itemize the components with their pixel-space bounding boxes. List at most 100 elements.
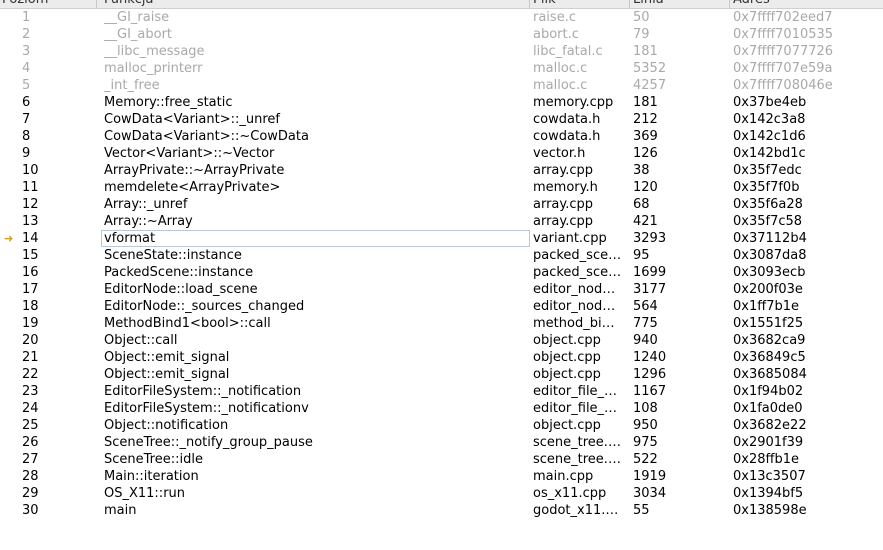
- stack-frame-row[interactable]: 18 EditorNode::_sources_changed editor_nod…: [0, 298, 883, 315]
- frame-file: array.cpp: [533, 163, 594, 178]
- frame-level: 30: [22, 503, 39, 518]
- column-divider[interactable]: [96, 0, 97, 8]
- frame-address: 0x1394bf5: [733, 486, 804, 501]
- frame-address: 0x35f7edc: [733, 163, 802, 178]
- frame-level: 18: [22, 299, 39, 314]
- header-file[interactable]: Plik: [533, 0, 556, 8]
- stack-frame-row[interactable]: 21 Object::emit_signal object.cpp 1240 0x368…: [0, 349, 883, 366]
- frame-level: 6: [22, 95, 31, 110]
- stack-frame-row[interactable]: 24 EditorFileSystem::_notificationv editor…: [0, 400, 883, 417]
- frame-file: vector.h: [533, 146, 586, 161]
- frame-line: 4257: [633, 78, 667, 93]
- frame-file: malloc.c: [533, 78, 588, 93]
- stack-frame-row[interactable]: 26 SceneTree::_notify_group_pause scene_tr…: [0, 434, 883, 451]
- stack-frame-row[interactable]: 15 SceneState::instance packed_sce… 95 0x308…: [0, 247, 883, 264]
- frame-function: Object::notification: [104, 418, 229, 433]
- frame-function: __GI_raise: [104, 10, 170, 25]
- stack-frame-row[interactable]: 25 Object::notification object.cpp 950 0x368…: [0, 417, 883, 434]
- frame-address: 0x2901f39: [733, 435, 804, 450]
- stack-frame-row[interactable]: 20 Object::call object.cpp 940 0x3682ca9: [0, 332, 883, 349]
- stack-frames-list: 1 __GI_raise raise.c 50 0x7ffff702eed7 2 __GI_…: [0, 9, 883, 519]
- frame-file: method_bi…: [533, 316, 615, 331]
- frame-address: 0x7ffff7010535: [733, 27, 834, 42]
- stack-frame-row[interactable]: 10 ArrayPrivate::~ArrayPrivate array.cpp 38…: [0, 162, 883, 179]
- stack-frame-row[interactable]: ➜ 14 vformat variant.cpp 3293 0x37112b4: [0, 230, 883, 247]
- frame-function: memdelete<ArrayPrivate>: [104, 180, 281, 195]
- stack-frame-row[interactable]: 7 CowData<Variant>::_unref cowdata.h 212 0x1…: [0, 111, 883, 128]
- frame-address: 0x1f94b02: [733, 384, 804, 399]
- stack-frame-row[interactable]: 6 Memory::free_static memory.cpp 181 0x37be4…: [0, 94, 883, 111]
- frame-file: object.cpp: [533, 418, 601, 433]
- frame-address: 0x3682ca9: [733, 333, 806, 348]
- frame-level: 12: [22, 197, 39, 212]
- frame-address: 0x28ffb1e: [733, 452, 799, 467]
- stack-frame-row[interactable]: 27 SceneTree::idle scene_tree.… 522 0x28ffb1…: [0, 451, 883, 468]
- frame-address: 0x3685084: [733, 367, 807, 382]
- header-address[interactable]: Adres: [733, 0, 770, 8]
- frame-function: EditorNode::load_scene: [104, 282, 258, 297]
- frame-level: 8: [22, 129, 31, 144]
- frame-function: Main::iteration: [104, 469, 199, 484]
- header-level[interactable]: Poziom: [2, 0, 48, 8]
- frame-file: abort.c: [533, 27, 579, 42]
- frame-address: 0x35f7c58: [733, 214, 803, 229]
- frame-address: 0x142c1d6: [733, 129, 806, 144]
- stack-frame-row[interactable]: 2 __GI_abort abort.c 79 0x7ffff7010535: [0, 26, 883, 43]
- frame-level: 25: [22, 418, 39, 433]
- frame-function: __libc_message: [104, 44, 205, 59]
- stack-frame-row[interactable]: 30 main godot_x11.… 55 0x138598e: [0, 502, 883, 519]
- frame-line: 3293: [633, 231, 667, 246]
- header-line[interactable]: Linia: [633, 0, 664, 8]
- stack-frame-row[interactable]: 22 Object::emit_signal object.cpp 1296 0x368…: [0, 366, 883, 383]
- frame-file: object.cpp: [533, 367, 601, 382]
- column-divider[interactable]: [629, 0, 630, 8]
- frame-level: 19: [22, 316, 39, 331]
- stack-frame-row[interactable]: 8 CowData<Variant>::~CowData cowdata.h 369 0…: [0, 128, 883, 145]
- stack-frame-row[interactable]: 12 Array::_unref array.cpp 68 0x35f6a28: [0, 196, 883, 213]
- stack-frame-row[interactable]: 29 OS_X11::run os_x11.cpp 3034 0x1394bf5: [0, 485, 883, 502]
- stack-frame-row[interactable]: 19 MethodBind1<bool>::call method_bi… 775 0x…: [0, 315, 883, 332]
- frame-line: 950: [633, 418, 658, 433]
- stack-frame-row[interactable]: 28 Main::iteration main.cpp 1919 0x13c3507: [0, 468, 883, 485]
- frame-address: 0x7ffff707e59a: [733, 61, 833, 76]
- frame-line: 1240: [633, 350, 667, 365]
- column-divider[interactable]: [529, 0, 530, 8]
- stack-frame-row[interactable]: 9 Vector<Variant>::~Vector vector.h 126 0x14…: [0, 145, 883, 162]
- frame-level: 22: [22, 367, 39, 382]
- frame-line: 126: [633, 146, 658, 161]
- frame-level: 5: [22, 78, 31, 93]
- stack-frame-row[interactable]: 17 EditorNode::load_scene editor_nod… 3177 0…: [0, 281, 883, 298]
- frame-line: 940: [633, 333, 658, 348]
- frame-function: EditorNode::_sources_changed: [104, 299, 305, 314]
- stack-frame-row[interactable]: 13 Array::~Array array.cpp 421 0x35f7c58: [0, 213, 883, 230]
- frame-level: 7: [22, 112, 31, 127]
- frame-address: 0x200f03e: [733, 282, 803, 297]
- frame-level: 26: [22, 435, 39, 450]
- stack-frame-row[interactable]: 11 memdelete<ArrayPrivate> memory.h 120 0x35…: [0, 179, 883, 196]
- stack-frame-row[interactable]: 23 EditorFileSystem::_notification editor_…: [0, 383, 883, 400]
- stack-frame-row[interactable]: 1 __GI_raise raise.c 50 0x7ffff702eed7: [0, 9, 883, 26]
- frame-address: 0x36849c5: [733, 350, 806, 365]
- frame-file: raise.c: [533, 10, 576, 25]
- frame-line: 55: [633, 503, 650, 518]
- frame-line: 120: [633, 180, 658, 195]
- stack-frame-row[interactable]: 5 _int_free malloc.c 4257 0x7ffff708046e: [0, 77, 883, 94]
- column-divider[interactable]: [729, 0, 730, 8]
- header-function[interactable]: Funkcja: [104, 0, 154, 8]
- frame-function: Vector<Variant>::~Vector: [104, 146, 275, 161]
- stack-frame-row[interactable]: 16 PackedScene::instance packed_sce… 1699 0x…: [0, 264, 883, 281]
- frame-file: packed_sce…: [533, 265, 622, 280]
- frame-file: main.cpp: [533, 469, 594, 484]
- frame-file: array.cpp: [533, 197, 594, 212]
- frame-level: 27: [22, 452, 39, 467]
- frame-address: 0x37be4eb: [733, 95, 807, 110]
- frame-line: 181: [633, 95, 658, 110]
- frame-line: 108: [633, 401, 658, 416]
- stack-frame-row[interactable]: 3 __libc_message libc_fatal.c 181 0x7ffff707…: [0, 43, 883, 60]
- frame-line: 212: [633, 112, 658, 127]
- frame-line: 38: [633, 163, 650, 178]
- frame-address: 0x13c3507: [733, 469, 806, 484]
- frame-file: editor_file_…: [533, 401, 618, 416]
- frame-address: 0x138598e: [733, 503, 807, 518]
- stack-frame-row[interactable]: 4 malloc_printerr malloc.c 5352 0x7ffff707e5…: [0, 60, 883, 77]
